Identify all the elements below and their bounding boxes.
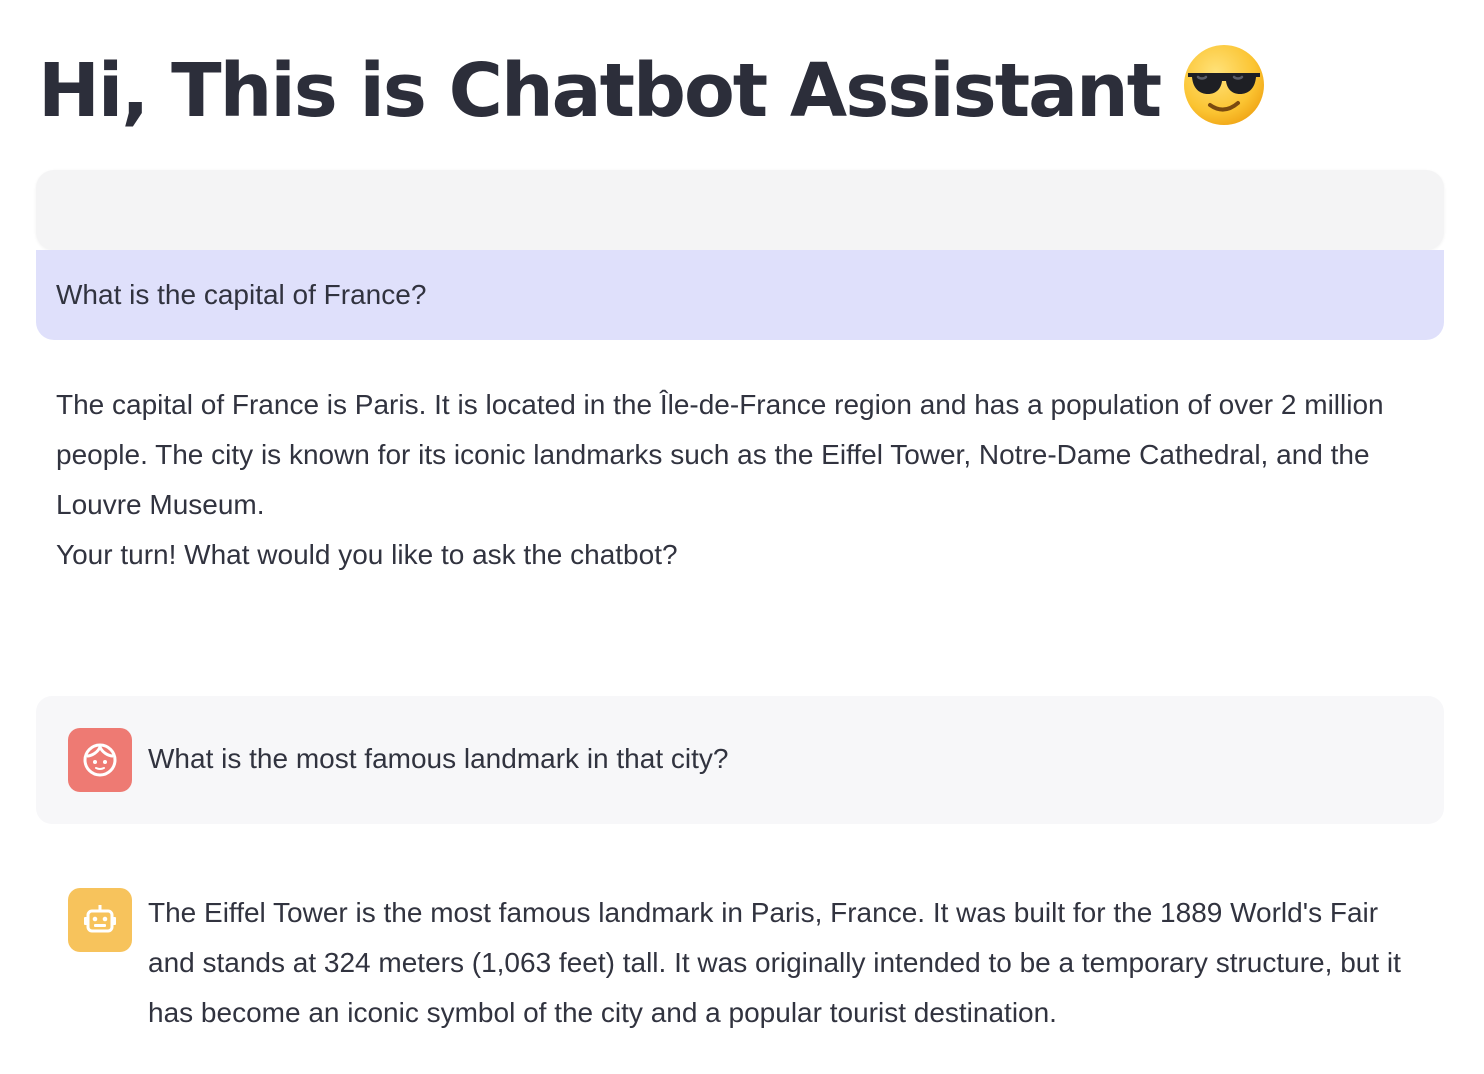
last-answer-block: The capital of France is Paris. It is lo…: [56, 380, 1416, 580]
last-answer-paragraph: The capital of France is Paris. It is lo…: [56, 389, 1384, 520]
smiling-face-with-sunglasses-icon: [1182, 43, 1266, 127]
user-face-icon: [68, 728, 132, 792]
last-query-text: What is the capital of France?: [56, 279, 427, 310]
chat-message-user-text: What is the most famous landmark in that…: [148, 743, 729, 774]
last-query-banner: What is the capital of France?: [36, 250, 1444, 340]
chat-message-assistant-text: The Eiffel Tower is the most famous land…: [148, 897, 1401, 1028]
chat-message-user: What is the most famous landmark in that…: [36, 696, 1444, 824]
app-page: Hi, This is Chatbot Assistant What is th…: [0, 0, 1484, 1074]
page-title: Hi, This is Chatbot Assistant: [38, 36, 1266, 146]
last-answer-prompt: Your turn! What would you like to ask th…: [56, 539, 678, 570]
robot-icon: [68, 888, 132, 952]
chat-input-box[interactable]: [36, 170, 1444, 250]
chat-input[interactable]: [36, 170, 1444, 250]
page-title-text: Hi, This is Chatbot Assistant: [38, 48, 1162, 134]
